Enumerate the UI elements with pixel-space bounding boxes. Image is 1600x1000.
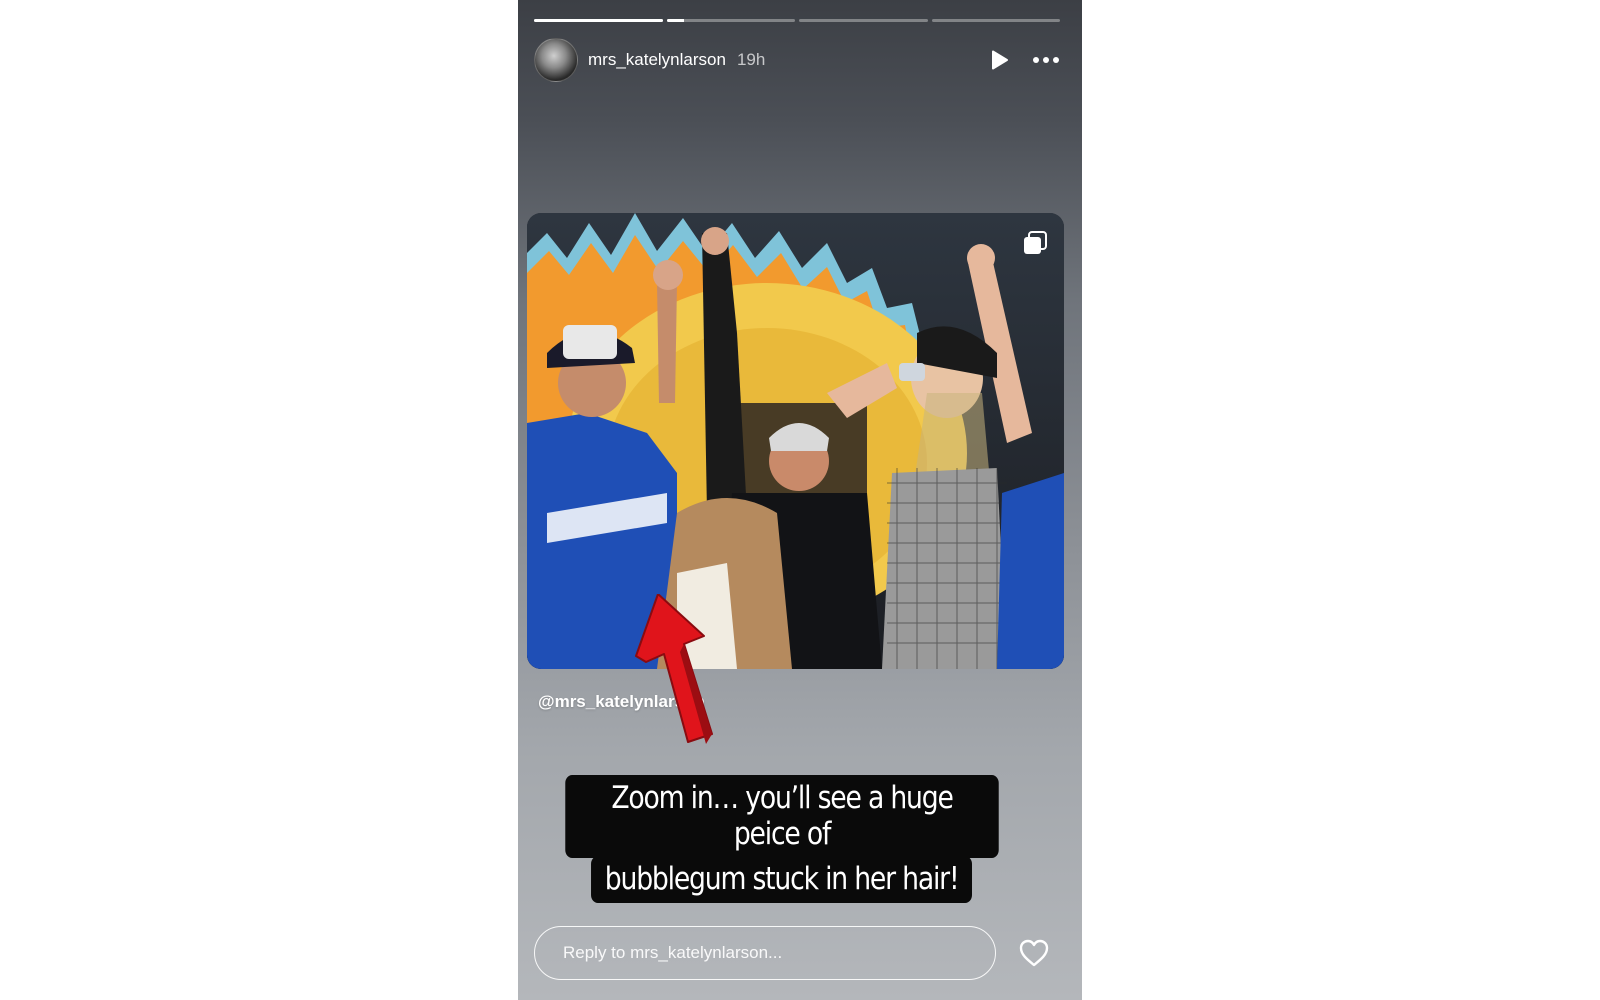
story-header: mrs_katelynlarson 19h [534,38,1060,82]
avatar[interactable] [534,38,578,82]
story-viewer: mrs_katelynlarson 19h @mrs_katelynlarson… [518,0,1082,1000]
post-photo [527,213,1064,669]
like-button[interactable] [1018,938,1050,973]
play-button[interactable] [988,49,1010,71]
progress-segment [931,19,1060,22]
story-progress-bar [534,19,1060,22]
more-icon [1033,57,1059,63]
reply-field[interactable] [534,926,996,980]
progress-segment [799,19,928,22]
caption-line: bubblegum stuck in her hair! [591,856,973,903]
play-icon [992,50,1008,70]
progress-segment [534,19,663,22]
progress-segment [666,19,795,22]
header-controls [988,49,1060,71]
caption-text: Zoom in… you’ll see a huge peice of bubb… [530,775,1034,903]
username[interactable]: mrs_katelynlarson [588,50,726,70]
more-options-button[interactable] [1032,56,1060,64]
caption-line: Zoom in… you’ll see a huge peice of [565,775,999,858]
shared-post-card[interactable] [527,213,1064,669]
reply-input[interactable] [561,942,995,964]
carousel-multiple-icon [1022,230,1048,256]
timestamp: 19h [736,50,766,69]
heart-icon [1019,939,1049,967]
red-arrow-icon [626,593,716,759]
